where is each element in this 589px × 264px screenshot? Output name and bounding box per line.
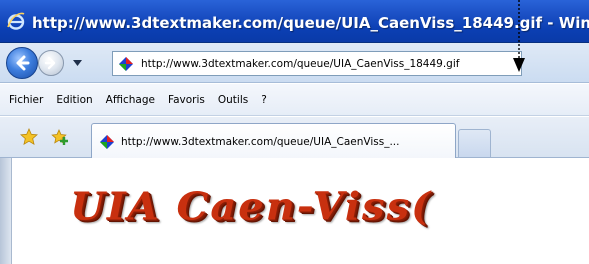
menu-outils[interactable]: Outils: [218, 94, 248, 106]
tab-label: http://www.3dtextmaker.com/queue/UIA_Cae…: [121, 135, 400, 148]
favicon-icon: [100, 134, 114, 149]
back-arrow-icon: [16, 55, 30, 71]
add-favorite-icon[interactable]: [51, 128, 69, 146]
menu-help[interactable]: ?: [261, 94, 267, 106]
tab-active[interactable]: http://www.3dtextmaker.com/queue/UIA_Cae…: [91, 123, 456, 159]
window-left-border: [0, 158, 12, 264]
title-bar: http://www.3dtextmaker.com/queue/UIA_Cae…: [0, 0, 589, 43]
back-button[interactable]: [6, 47, 38, 79]
dropdown-icon: [72, 60, 82, 66]
menu-favoris[interactable]: Favoris: [168, 94, 205, 106]
forward-arrow-icon: [44, 56, 56, 70]
menu-fichier[interactable]: Fichier: [9, 94, 43, 106]
window-title: http://www.3dtextmaker.com/queue/UIA_Cae…: [32, 14, 589, 32]
annotation-arrow-icon: [513, 0, 525, 72]
new-tab-button[interactable]: [458, 129, 491, 157]
forward-button[interactable]: [38, 50, 64, 76]
tab-bar: http://www.3dtextmaker.com/queue/UIA_Cae…: [0, 117, 589, 159]
address-url: http://www.3dtextmaker.com/queue/UIA_Cae…: [141, 57, 460, 70]
navigation-bar: http://www.3dtextmaker.com/queue/UIA_Cae…: [0, 43, 589, 83]
logo-image: UIA Caen-Viss(: [70, 184, 433, 229]
favorites-star-icon[interactable]: [20, 128, 38, 146]
ie-logo-icon: [7, 12, 25, 30]
address-bar[interactable]: http://www.3dtextmaker.com/queue/UIA_Cae…: [112, 51, 522, 76]
menu-bar: Fichier Edition Affichage Favoris Outils…: [0, 84, 589, 116]
menu-affichage[interactable]: Affichage: [106, 94, 155, 106]
history-dropdown[interactable]: [70, 56, 84, 70]
menu-edition[interactable]: Edition: [56, 94, 92, 106]
favicon-icon: [119, 56, 133, 71]
